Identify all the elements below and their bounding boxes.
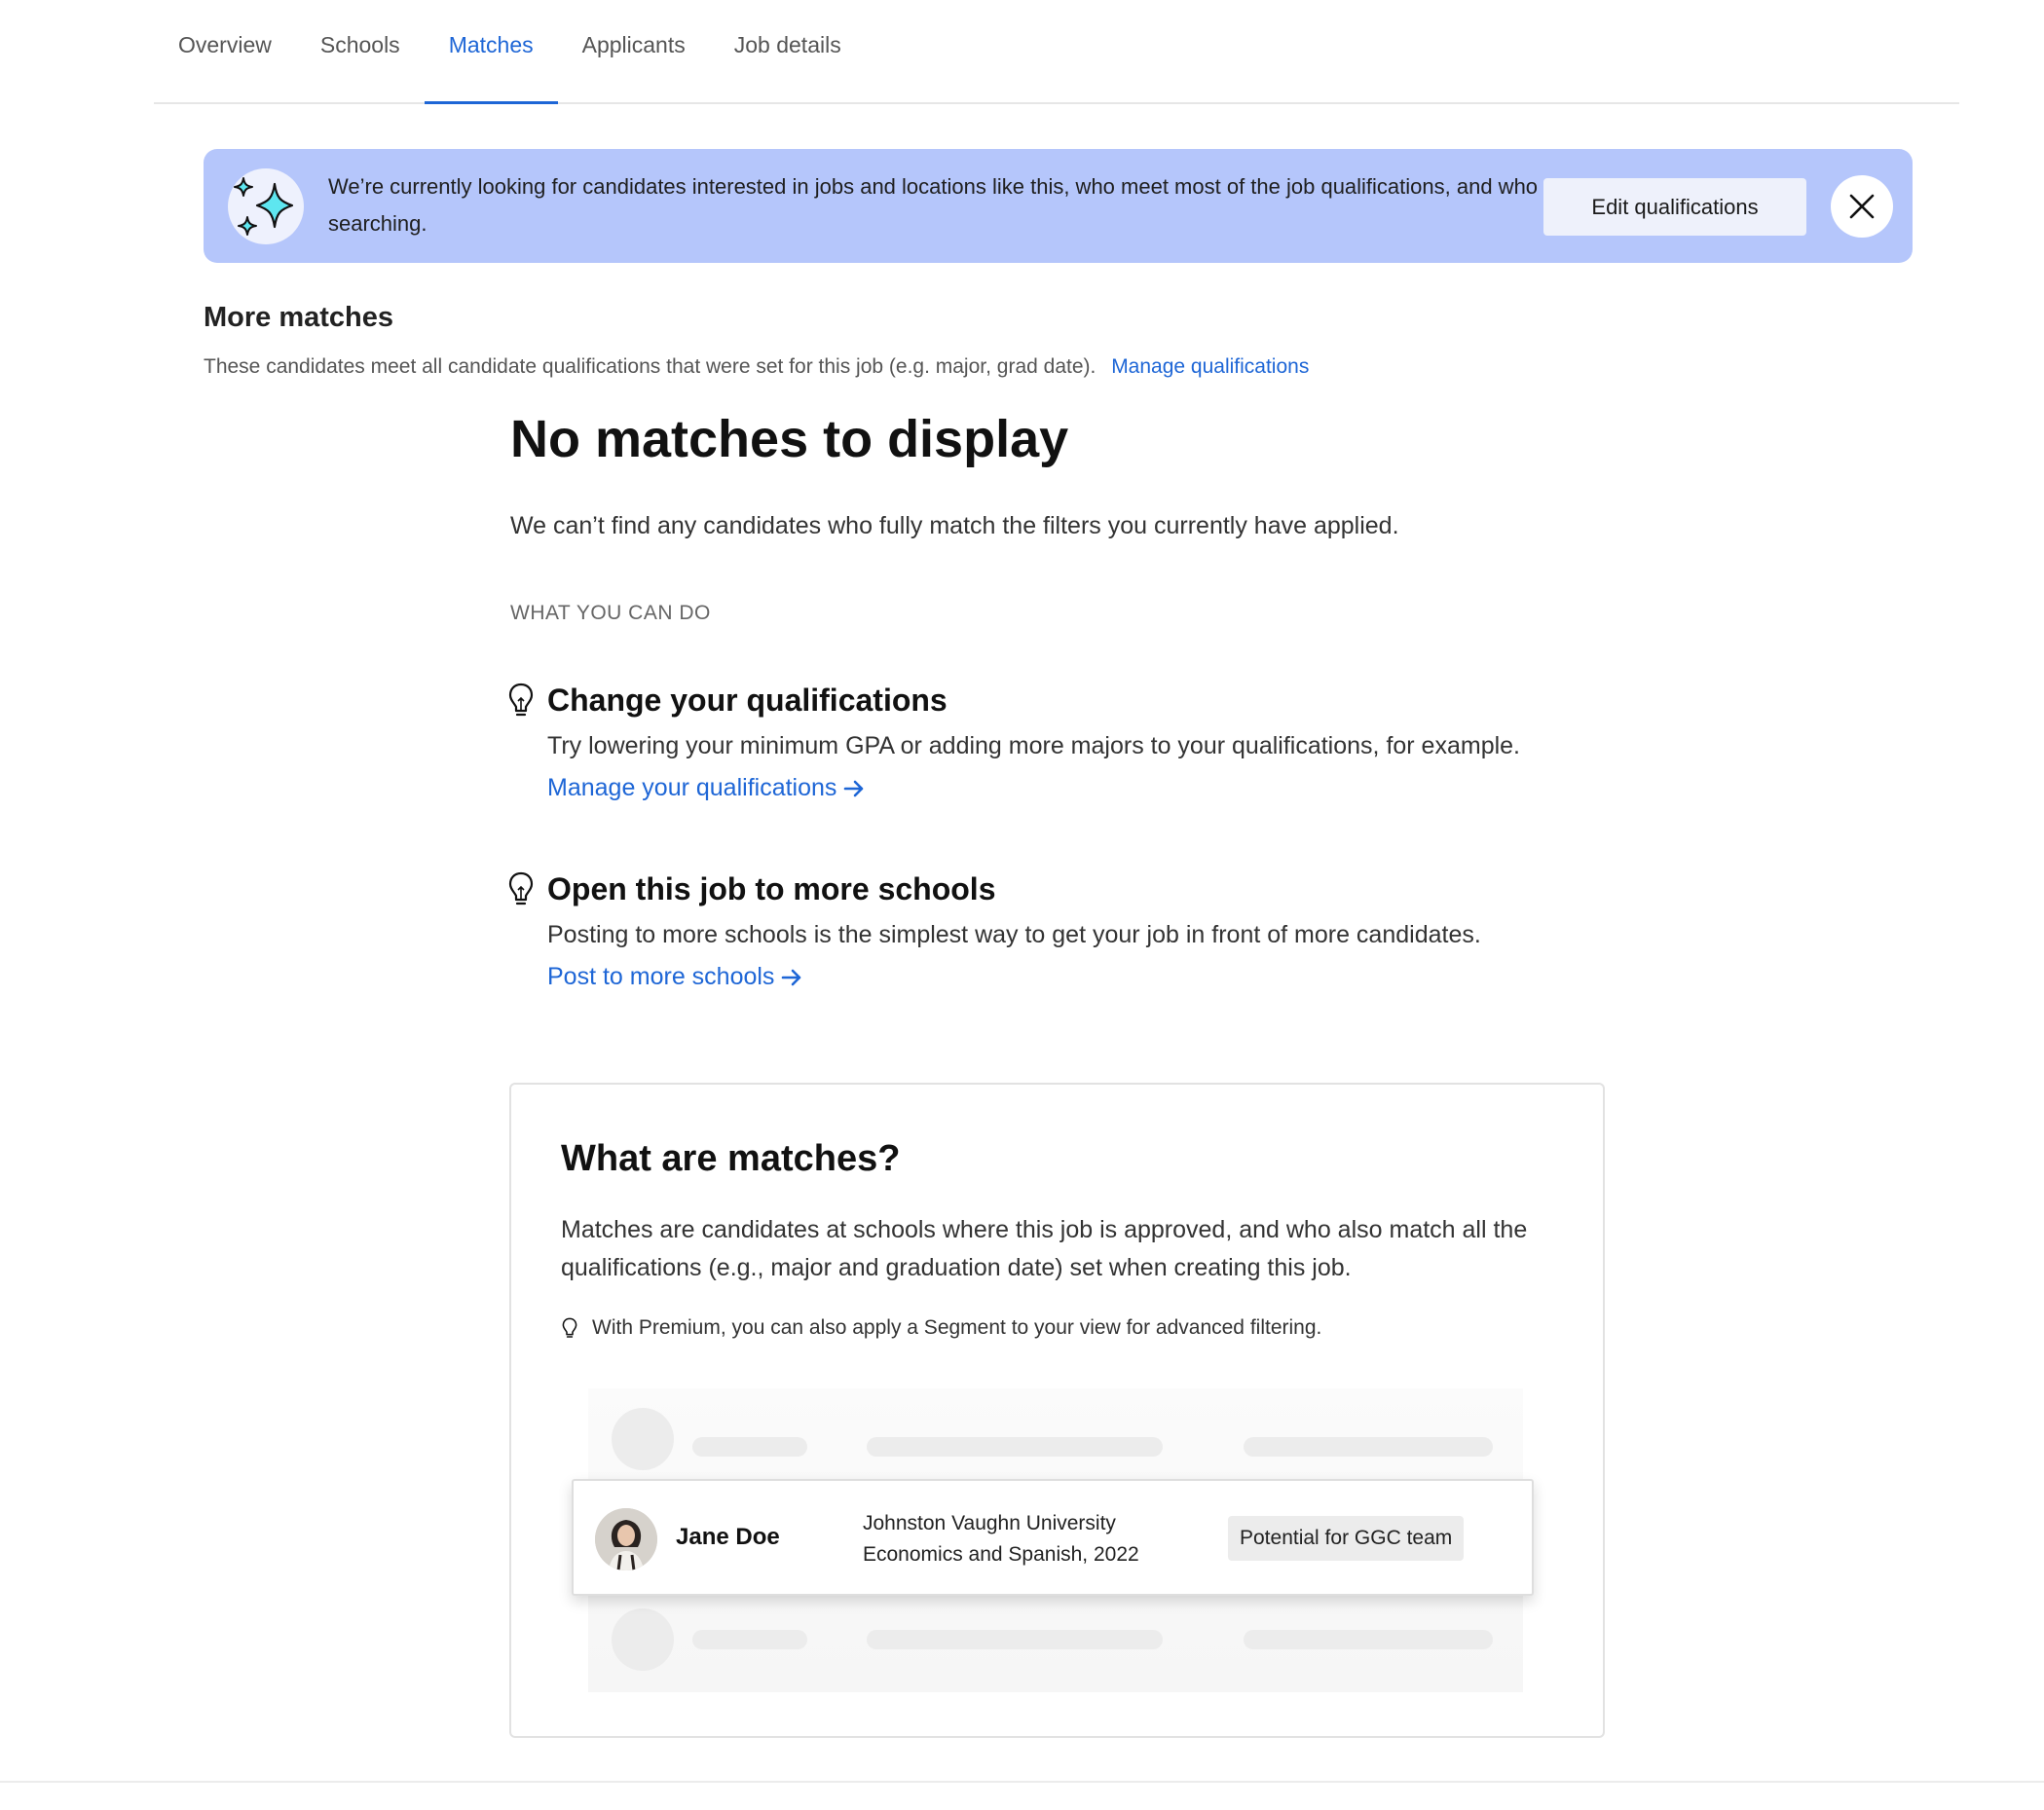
skeleton-bar	[867, 1437, 1163, 1457]
premium-note: With Premium, you can also apply a Segme…	[561, 1316, 1321, 1340]
skeleton-bar	[867, 1630, 1163, 1649]
candidate-name: Jane Doe	[676, 1524, 780, 1550]
empty-state-description: We can’t find any candidates who fully m…	[510, 512, 1399, 539]
skeleton-row	[588, 1400, 1523, 1478]
close-icon	[1849, 194, 1875, 219]
avatar	[595, 1508, 657, 1570]
tip-change-qualifications: Change your qualifications Try lowering …	[506, 682, 1520, 802]
tip-open-more-schools: Open this job to more schools Posting to…	[506, 870, 1481, 991]
tab-schools[interactable]: Schools	[296, 0, 425, 102]
qualifications-banner: We’re currently looking for candidates i…	[204, 149, 1913, 263]
link-label: Manage your qualifications	[547, 774, 837, 801]
skeleton-bar	[1244, 1437, 1493, 1457]
skeleton-avatar	[612, 1608, 674, 1671]
post-to-more-schools-link[interactable]: Post to more schools	[547, 963, 803, 991]
arrow-right-icon	[844, 780, 864, 796]
skeleton-bar	[1244, 1630, 1493, 1649]
candidate-badge: Potential for GGC team	[1228, 1516, 1465, 1561]
tab-matches[interactable]: Matches	[424, 0, 558, 104]
tip-title: Open this job to more schools	[547, 870, 996, 906]
job-tabs: Overview Schools Matches Applicants Job …	[154, 0, 1959, 104]
what-are-matches-card: What are matches? Matches are candidates…	[509, 1083, 1605, 1738]
arrow-right-icon	[782, 969, 801, 985]
skeleton-bar	[692, 1437, 807, 1457]
skeleton-bar	[692, 1630, 807, 1649]
banner-message: We’re currently looking for candidates i…	[328, 174, 1687, 236]
card-title: What are matches?	[561, 1138, 901, 1179]
tip-body: Try lowering your minimum GPA or adding …	[547, 732, 1520, 759]
tab-overview[interactable]: Overview	[154, 0, 296, 102]
tab-applicants[interactable]: Applicants	[558, 0, 710, 102]
skeleton-row	[588, 1601, 1523, 1679]
candidate-school: Johnston Vaughn University	[863, 1512, 1116, 1534]
close-banner-button[interactable]	[1831, 175, 1893, 238]
candidate-major: Economics and Spanish, 2022	[863, 1543, 1139, 1566]
edit-qualifications-button[interactable]: Edit qualifications	[1543, 178, 1806, 236]
empty-state-title: No matches to display	[510, 410, 1069, 468]
example-match-row: Jane Doe Johnston Vaughn University Econ…	[572, 1479, 1534, 1596]
lightbulb-icon	[562, 1317, 577, 1338]
lightbulb-icon	[508, 683, 534, 717]
sparkles-icon	[228, 168, 304, 244]
tab-job-details[interactable]: Job details	[710, 0, 866, 102]
premium-note-text: With Premium, you can also apply a Segme…	[592, 1316, 1322, 1339]
tip-title: Change your qualifications	[547, 682, 948, 718]
more-matches-text: These candidates meet all candidate qual…	[204, 355, 1096, 378]
manage-your-qualifications-link[interactable]: Manage your qualifications	[547, 774, 866, 802]
skeleton-avatar	[612, 1408, 674, 1470]
manage-qualifications-link[interactable]: Manage qualifications	[1111, 355, 1309, 378]
lightbulb-icon	[508, 871, 534, 905]
link-label: Post to more schools	[547, 963, 775, 990]
divider	[0, 1781, 2044, 1783]
more-matches-description: These candidates meet all candidate qual…	[204, 355, 1309, 379]
what-you-can-do-label: WHAT YOU CAN DO	[510, 602, 711, 624]
candidate-education: Johnston Vaughn University Economics and…	[863, 1508, 1139, 1570]
card-description: Matches are candidates at schools where …	[561, 1216, 1528, 1281]
matches-page: Overview Schools Matches Applicants Job …	[0, 0, 2044, 1810]
tip-body: Posting to more schools is the simplest …	[547, 921, 1481, 948]
more-matches-title: More matches	[204, 302, 394, 333]
